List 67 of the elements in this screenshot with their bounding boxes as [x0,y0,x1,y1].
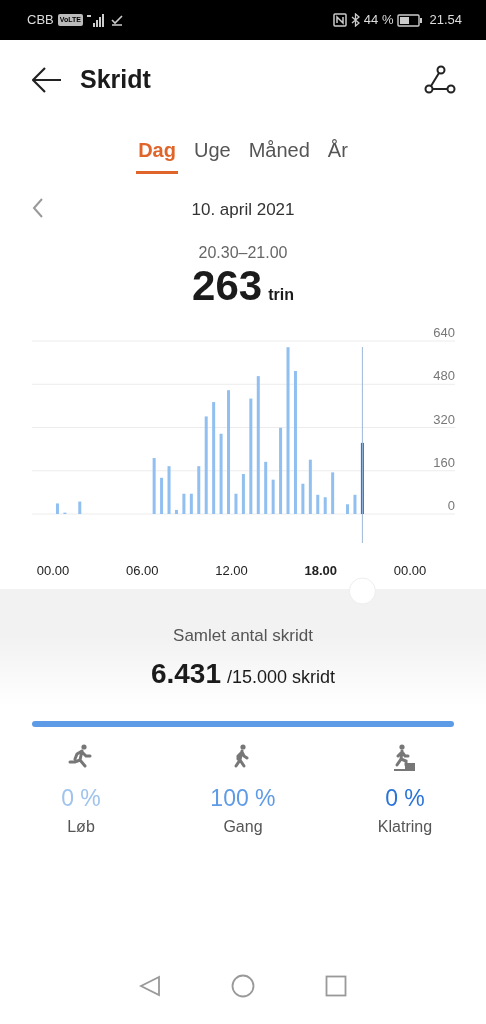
recents-nav-icon[interactable] [325,975,347,997]
bar[interactable] [204,416,208,514]
bar[interactable] [234,493,238,514]
total-label: Samlet antal skridt [173,626,313,645]
bar[interactable] [241,474,245,514]
bar[interactable] [323,497,327,514]
axis-label: 160 [433,454,455,470]
activity-percent: 0 % [385,783,425,813]
bar[interactable] [279,427,283,514]
axis-label: 12.00 [215,563,248,578]
axis-label: 0 [447,498,455,513]
bar[interactable] [353,494,357,514]
bar[interactable] [316,494,320,514]
step-unit: trin [268,285,294,305]
total-steps: 6.431 [150,652,221,695]
bar[interactable] [264,461,268,514]
bar[interactable] [160,477,164,514]
bar[interactable] [174,509,178,514]
bar[interactable] [249,398,253,514]
carrier-name: CBB [27,11,54,30]
axis-label: 480 [433,368,455,384]
signal-icon [86,13,107,27]
axis-label: 18.00 [304,563,337,578]
activity-percent: 100 % [210,783,276,813]
battery-icon [397,13,424,27]
axis-label: 320 [433,411,455,427]
bar[interactable] [197,466,201,514]
bar[interactable] [256,376,260,514]
activity-percent: 0 % [61,783,101,813]
bar[interactable] [331,472,335,514]
bar[interactable] [301,483,305,514]
axis-label: 00.00 [393,563,427,578]
step-count: 263 [192,265,263,307]
activity-label: Løb [67,817,95,837]
activity-label: Gang [223,817,263,837]
back-arrow-icon[interactable] [32,67,62,93]
time-range: 20.30–21.00 [198,243,288,263]
bar[interactable] [346,504,350,514]
bar[interactable] [293,371,297,514]
back-nav-icon[interactable] [139,975,161,997]
home-nav-icon[interactable] [231,974,255,998]
axis-label: 640 [433,325,455,340]
bar[interactable] [182,493,186,514]
bluetooth-icon [350,13,360,27]
bar[interactable] [55,503,59,514]
axis-label: 00.00 [36,563,70,578]
step-goal: /15.000 skridt [227,665,336,689]
date-label: 10. april 2021 [191,199,295,222]
battery-percent: 44 % [363,11,394,30]
period-tab[interactable]: År [325,131,350,174]
period-tab[interactable]: Måned [246,131,312,174]
check-icon [110,14,123,26]
bar[interactable] [360,442,364,514]
bar[interactable] [212,402,216,514]
period-tab[interactable]: Uge [191,131,233,174]
bar[interactable] [227,390,231,514]
activity-label: Klatring [377,817,433,837]
bar[interactable] [271,479,275,514]
bar[interactable] [308,459,312,514]
page-title: Skridt [80,64,151,96]
bar[interactable] [152,458,156,514]
nfc-icon [332,13,347,27]
bar[interactable] [189,493,193,514]
axis-label: 06.00 [126,563,159,578]
route-icon[interactable] [424,65,456,95]
bar[interactable] [78,501,82,514]
clock-time: 21.54 [429,11,462,30]
